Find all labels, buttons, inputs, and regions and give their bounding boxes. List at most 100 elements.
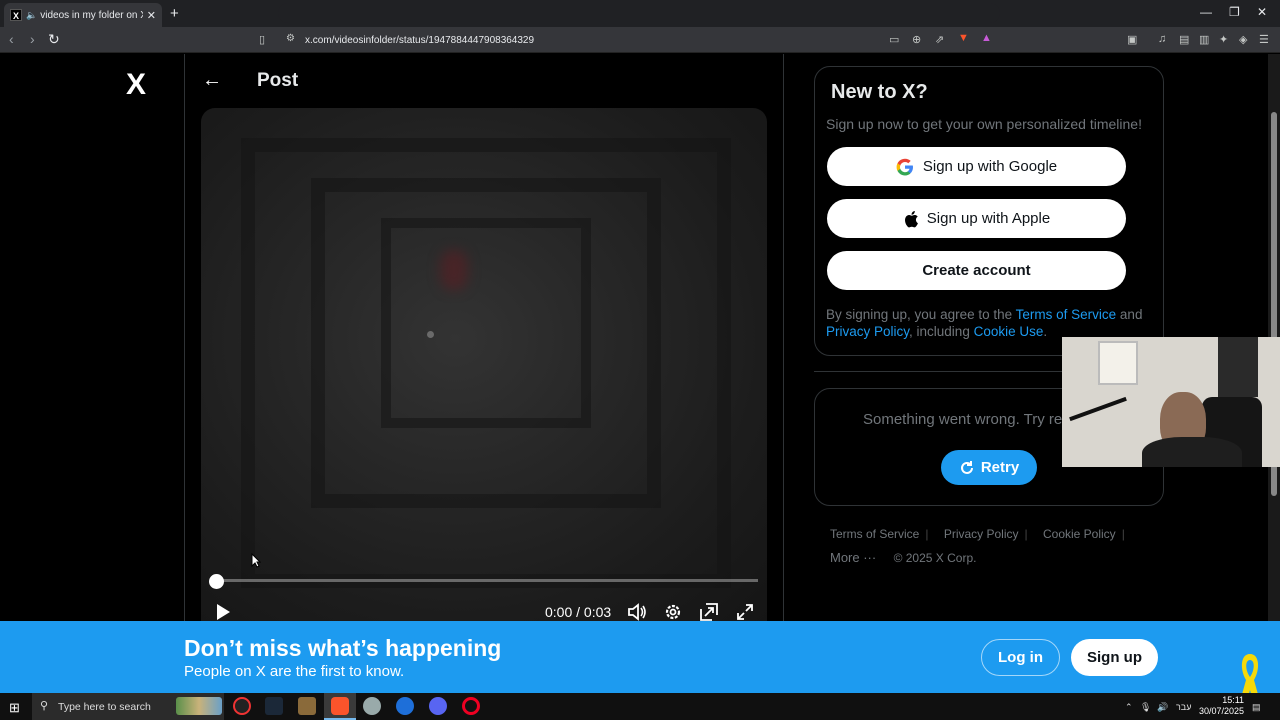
notifications-icon[interactable]: ▤	[1252, 702, 1261, 713]
new-tab-button[interactable]: +	[170, 5, 179, 22]
video-progress-bar[interactable]	[216, 579, 758, 582]
steam-icon[interactable]	[265, 697, 283, 715]
banner-subtitle: People on X are the first to know.	[184, 663, 405, 680]
brave-shield-icon[interactable]: ▼	[958, 32, 969, 44]
sidebar-icon[interactable]: ▣	[1127, 33, 1137, 46]
privacy-link[interactable]: Privacy Policy	[826, 324, 909, 339]
legal-period: .	[1043, 323, 1048, 339]
windows-start-icon[interactable]: ⊞	[9, 700, 20, 716]
google-signup-label: Sign up with Google	[922, 158, 1058, 175]
clock-date: 30/07/2025	[1199, 706, 1245, 716]
input-language[interactable]: עבר	[1176, 702, 1191, 712]
video-time: 0:00 / 0:03	[545, 604, 612, 620]
footer-more-link[interactable]: More ···	[830, 550, 876, 565]
microphone-icon[interactable]: 🎙	[1140, 702, 1151, 713]
webcam-acoustic-panel	[1218, 337, 1258, 397]
minimize-button[interactable]: —	[1200, 5, 1212, 19]
video-player[interactable]	[201, 108, 767, 621]
retry-button[interactable]: Retry	[941, 450, 1037, 485]
address-bar[interactable]	[278, 3, 1000, 23]
apple-icon	[904, 210, 918, 227]
discord-icon[interactable]	[429, 697, 447, 715]
clock-time: 15:11	[1222, 695, 1245, 705]
page-title: Post	[257, 70, 299, 91]
opera-icon[interactable]	[462, 697, 480, 715]
create-account-button[interactable]: Create account	[827, 251, 1126, 290]
app-icon[interactable]	[233, 697, 251, 715]
reader-icon[interactable]: ▤	[1179, 33, 1189, 46]
create-account-label: Create account	[922, 262, 1031, 279]
news-widget-icon[interactable]	[176, 697, 222, 715]
back-arrow-icon[interactable]: ←	[202, 69, 222, 92]
restore-button[interactable]: ❐	[1229, 5, 1240, 19]
vpn-icon[interactable]: ◈	[1239, 33, 1247, 46]
signup-subtitle: Sign up now to get your own personalized…	[826, 116, 1142, 132]
wallet-icon[interactable]: ▥	[1199, 33, 1209, 46]
browser-tab[interactable]: X 🔈 videos in my folder on X: "htt ✕	[4, 3, 162, 27]
footer-link-privacy[interactable]: Privacy Policy	[944, 527, 1019, 541]
fullscreen-icon	[737, 604, 753, 620]
legal-text: By signing up, you agree to the Terms of…	[826, 307, 1146, 340]
cookie-link[interactable]: Cookie Use	[974, 324, 1044, 339]
close-tab-icon[interactable]: ✕	[147, 9, 156, 22]
app-icon[interactable]	[396, 697, 414, 715]
terms-link[interactable]: Terms of Service	[1016, 307, 1117, 322]
reload-icon[interactable]: ↻	[48, 31, 60, 48]
banner-title: Don’t miss what’s happening	[184, 635, 502, 661]
brave-rewards-icon[interactable]: ▲	[981, 32, 992, 44]
forward-nav-icon[interactable]: ›	[30, 31, 35, 47]
x-favicon-icon: X	[10, 9, 22, 21]
play-button[interactable]	[212, 601, 234, 623]
volume-icon	[628, 603, 646, 621]
gear-icon	[665, 604, 681, 620]
pip-button[interactable]	[698, 601, 720, 623]
leo-icon[interactable]: ✦	[1219, 33, 1228, 46]
site-info-icon[interactable]: ⚙	[286, 33, 295, 44]
video-progress-knob[interactable]	[209, 574, 224, 589]
browser-toolbar	[0, 27, 1280, 53]
copyright: © 2025 X Corp.	[893, 551, 977, 565]
signup-button[interactable]: Sign up	[1071, 639, 1158, 676]
x-logo-icon[interactable]: X	[126, 68, 146, 102]
legal-and: and	[1116, 307, 1143, 322]
brave-icon[interactable]	[331, 697, 349, 715]
play-icon	[217, 604, 230, 620]
volume-button[interactable]	[626, 601, 648, 623]
share-icon[interactable]: ⇗	[935, 33, 944, 46]
footer-link-cookie[interactable]: Cookie Policy	[1043, 527, 1116, 541]
google-signup-button[interactable]: Sign up with Google	[827, 147, 1126, 186]
login-button[interactable]: Log in	[981, 639, 1060, 676]
video-light	[427, 331, 434, 338]
retry-label: Retry	[980, 459, 1020, 476]
settings-button[interactable]	[662, 601, 684, 623]
search-icon: ⚲	[40, 700, 49, 712]
refresh-icon	[960, 460, 973, 474]
footer-more-row: More ··· © 2025 X Corp.	[830, 550, 976, 565]
footer-link-terms[interactable]: Terms of Service	[830, 527, 919, 541]
url-text[interactable]: x.com/videosinfolder/status/194788444790…	[305, 35, 534, 46]
webcam-window	[1098, 341, 1138, 385]
picture-in-picture-icon	[700, 603, 718, 621]
tray-chevron-icon[interactable]: ⌃	[1125, 702, 1133, 713]
webcam-person-body	[1142, 437, 1242, 467]
app-icon[interactable]	[298, 697, 316, 715]
zoom-icon[interactable]: ⊕	[912, 33, 921, 46]
tab-title: videos in my folder on X: "htt	[40, 9, 143, 21]
footer-links: Terms of Service | Privacy Policy | Cookie…	[830, 527, 1125, 541]
bookmark-icon[interactable]: ▯	[259, 33, 265, 46]
fullscreen-button[interactable]	[734, 601, 756, 623]
audio-playing-icon[interactable]: 🔈	[26, 10, 37, 21]
clock[interactable]: 15:11 30/07/2025	[1199, 695, 1244, 717]
webcam-microphone	[1069, 396, 1127, 422]
speaker-icon[interactable]: 🔊	[1157, 702, 1168, 713]
close-window-button[interactable]: ✕	[1257, 5, 1267, 19]
cast-icon[interactable]: ▭	[889, 33, 899, 46]
signup-title: New to X?	[831, 81, 928, 103]
media-icon[interactable]: ♫	[1158, 33, 1166, 45]
app-icon[interactable]	[363, 697, 381, 715]
menu-icon[interactable]: ☰	[1259, 33, 1269, 46]
apple-signup-label: Sign up with Apple	[926, 210, 1051, 227]
apple-signup-button[interactable]: Sign up with Apple	[827, 199, 1126, 238]
google-icon	[896, 158, 913, 175]
back-nav-icon[interactable]: ‹	[9, 31, 14, 47]
